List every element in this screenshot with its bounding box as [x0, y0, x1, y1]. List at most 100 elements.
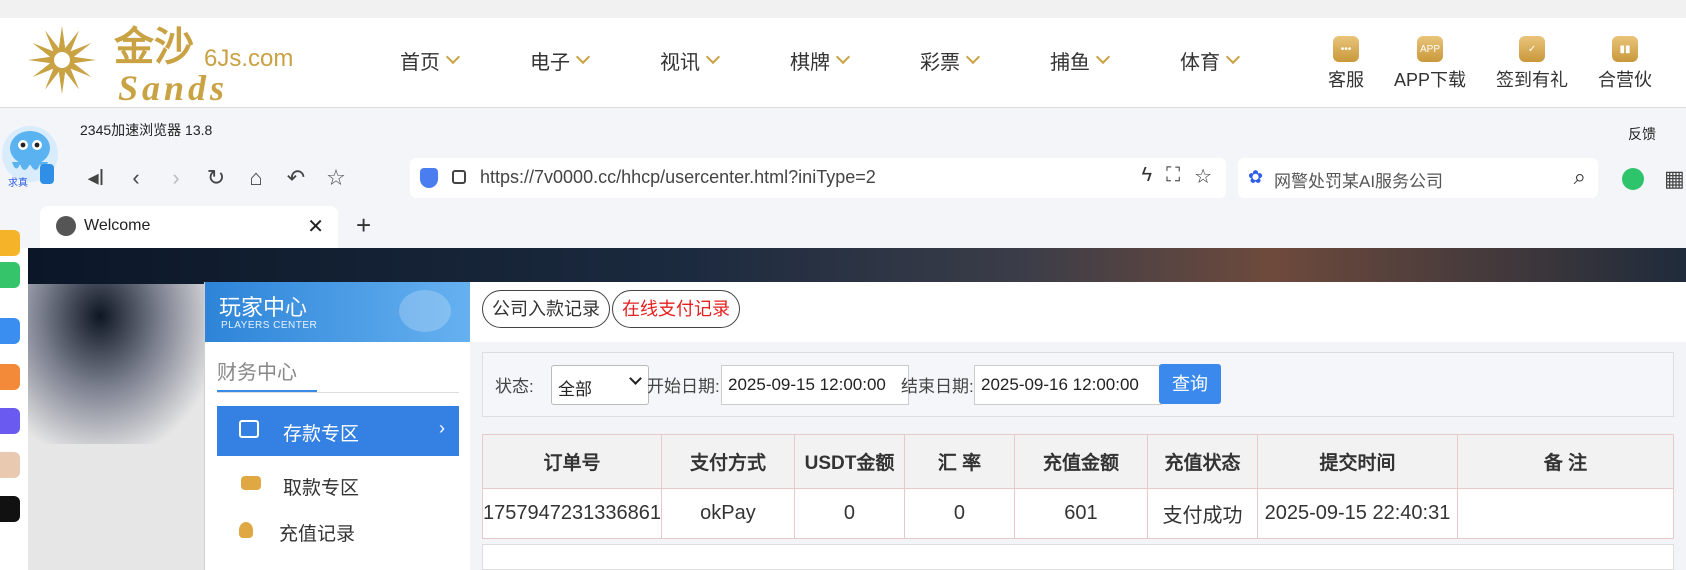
- game-icon[interactable]: [0, 408, 20, 434]
- card-icon: [239, 420, 259, 438]
- sound-toggle-icon[interactable]: ◂ǀ: [76, 163, 116, 193]
- search-input[interactable]: 网警处罚某AI服务公司: [1274, 167, 1443, 192]
- player-center-header: 玩家中心 PLAYERS CENTER: [205, 282, 471, 342]
- url-text[interactable]: https://7v0000.cc/hhcp/usercenter.html?i…: [480, 167, 876, 188]
- app-download-button[interactable]: APP APP下载: [1394, 36, 1466, 92]
- top-banner: [28, 248, 1686, 284]
- site-header: 金沙 6Js.com Sands 首页 电子 视讯 棋牌 彩票 捕鱼 体育 ••…: [0, 0, 1686, 108]
- back-icon[interactable]: ‹: [116, 163, 156, 193]
- nav-chess[interactable]: 棋牌: [790, 46, 920, 75]
- end-date-label: 结束日期:: [901, 377, 974, 396]
- apps-grid-icon[interactable]: ▦: [1664, 166, 1685, 192]
- forward-icon[interactable]: ›: [156, 163, 196, 193]
- gift-icon: ✓: [1519, 36, 1546, 62]
- svg-text:求真: 求真: [8, 176, 28, 189]
- partner-button[interactable]: ▮▮ 合营伙: [1598, 36, 1652, 92]
- filter-bar: 状态: 全部 开始日期: 结束日期: 查询: [482, 352, 1674, 417]
- nav-home[interactable]: 首页: [400, 46, 530, 75]
- tab-bar: Welcome ✕ +: [0, 206, 1686, 248]
- screenshot-icon[interactable]: ⛶: [1166, 164, 1180, 189]
- query-button[interactable]: 查询: [1159, 364, 1221, 404]
- globe-icon: [56, 216, 76, 236]
- lightning-icon[interactable]: ϟ: [1141, 164, 1152, 189]
- cell-usdt-amount: 0: [793, 488, 905, 539]
- col-order-id: 订单号: [482, 434, 662, 489]
- search-icon[interactable]: ⌕: [1574, 164, 1586, 190]
- avatar-icon[interactable]: [0, 452, 20, 478]
- octopus-mascot-icon[interactable]: 求真: [0, 120, 62, 192]
- browser-side-toolbar: [0, 230, 20, 570]
- finance-center-label[interactable]: 财务中心: [217, 356, 297, 385]
- tab-title: Welcome: [84, 217, 151, 234]
- player-center-title: 玩家中心: [219, 295, 308, 320]
- undo-close-icon[interactable]: ↶: [276, 163, 316, 193]
- coins-icon: [241, 476, 261, 490]
- money-bag-icon: [239, 522, 253, 538]
- header-actions: ••• 客服 APP APP下载 ✓ 签到有礼 ▮▮ 合营伙: [1328, 36, 1682, 92]
- chevron-down-icon: [575, 49, 591, 64]
- status-select[interactable]: 全部: [551, 365, 649, 405]
- status-value: 全部: [558, 380, 592, 399]
- col-remark: 备 注: [1456, 434, 1675, 489]
- close-icon[interactable]: ✕: [307, 214, 324, 239]
- svg-text:Sands: Sands: [118, 68, 228, 104]
- banner-glow: [28, 284, 208, 444]
- tiktok-icon[interactable]: [0, 496, 20, 522]
- star-sidebar-icon[interactable]: [0, 230, 20, 256]
- baidu-paw-icon: ✿: [1248, 167, 1264, 187]
- svg-text:金沙: 金沙: [113, 24, 194, 70]
- pagination-area: [482, 544, 1674, 570]
- wechat-icon[interactable]: [0, 262, 20, 288]
- reload-icon[interactable]: ↻: [196, 163, 236, 193]
- table-row[interactable]: 1757947231336861 okPay 0 0 601 支付成功 2025…: [482, 488, 1675, 539]
- col-exchange-rate: 汇 率: [903, 434, 1015, 489]
- toolbox-icon[interactable]: [0, 318, 20, 344]
- tab-welcome[interactable]: Welcome ✕: [40, 206, 338, 248]
- status-label: 状态:: [495, 377, 534, 396]
- chevron-down-icon: [965, 49, 981, 64]
- sidebar-item-label: 取款专区: [283, 478, 360, 499]
- cell-recharge-amount: 601: [1013, 488, 1148, 539]
- nav-electronic[interactable]: 电子: [530, 46, 660, 75]
- top-strip: [0, 0, 1686, 18]
- tab-company-deposit-records[interactable]: 公司入款记录: [482, 290, 610, 328]
- feedback-link[interactable]: 反馈: [1628, 124, 1656, 144]
- start-date-input[interactable]: [721, 365, 909, 405]
- home-icon[interactable]: ⌂: [236, 163, 276, 193]
- address-actions: ϟ ⛶ ☆: [1141, 164, 1212, 189]
- address-bar[interactable]: https://7v0000.cc/hhcp/usercenter.html?i…: [410, 158, 1226, 198]
- search-box[interactable]: ✿ 网警处罚某AI服务公司 ⌕: [1238, 158, 1598, 198]
- col-recharge-amount: 充值金额: [1013, 434, 1148, 489]
- table-header-row: 订单号 支付方式 USDT金额 汇 率 充值金额 充值状态 提交时间 备 注: [482, 434, 1675, 489]
- app-icon: APP: [1417, 36, 1444, 62]
- nav-fishing[interactable]: 捕鱼: [1050, 46, 1180, 75]
- col-payment-method: 支付方式: [660, 434, 795, 489]
- chevron-down-icon: [1225, 49, 1241, 64]
- col-recharge-status: 充值状态: [1146, 434, 1258, 489]
- browser-name: 2345加速浏览器 13.8: [80, 122, 213, 138]
- chevron-down-icon: [445, 49, 461, 64]
- customer-service-button[interactable]: ••• 客服: [1328, 36, 1364, 92]
- nav-live[interactable]: 视讯: [660, 46, 790, 75]
- main-nav: 首页 电子 视讯 棋牌 彩票 捕鱼 体育: [400, 46, 1310, 75]
- chevron-right-icon: ›: [439, 418, 445, 438]
- pencil-icon[interactable]: [0, 364, 20, 390]
- sidebar-item-recharge-records[interactable]: 充值记录: [217, 508, 459, 552]
- chat-icon: •••: [1333, 36, 1359, 62]
- end-date-input[interactable]: [974, 365, 1162, 405]
- sands-logo[interactable]: 金沙 6Js.com Sands: [22, 20, 342, 104]
- sidebar-item-deposit[interactable]: 存款专区 ›: [217, 406, 459, 456]
- star-icon[interactable]: ☆: [1194, 164, 1212, 189]
- favorites-icon[interactable]: ☆: [316, 163, 356, 193]
- chevron-down-icon: [1095, 49, 1111, 64]
- records-panel: 公司入款记录 在线支付记录 状态: 全部 开始日期: 结束日期: 查询 订单号 …: [470, 282, 1686, 570]
- nav-sports[interactable]: 体育: [1180, 46, 1310, 75]
- tab-online-payment-records[interactable]: 在线支付记录: [612, 290, 740, 328]
- start-date-label: 开始日期:: [647, 377, 720, 396]
- checkin-gift-button[interactable]: ✓ 签到有礼: [1496, 36, 1568, 92]
- record-tabs: 公司入款记录 在线支付记录: [470, 282, 1686, 342]
- sidebar-item-withdraw[interactable]: 取款专区: [217, 462, 459, 506]
- nav-lottery[interactable]: 彩票: [920, 46, 1050, 75]
- new-tab-button[interactable]: +: [356, 210, 371, 241]
- eye-extension-icon[interactable]: [1622, 168, 1644, 190]
